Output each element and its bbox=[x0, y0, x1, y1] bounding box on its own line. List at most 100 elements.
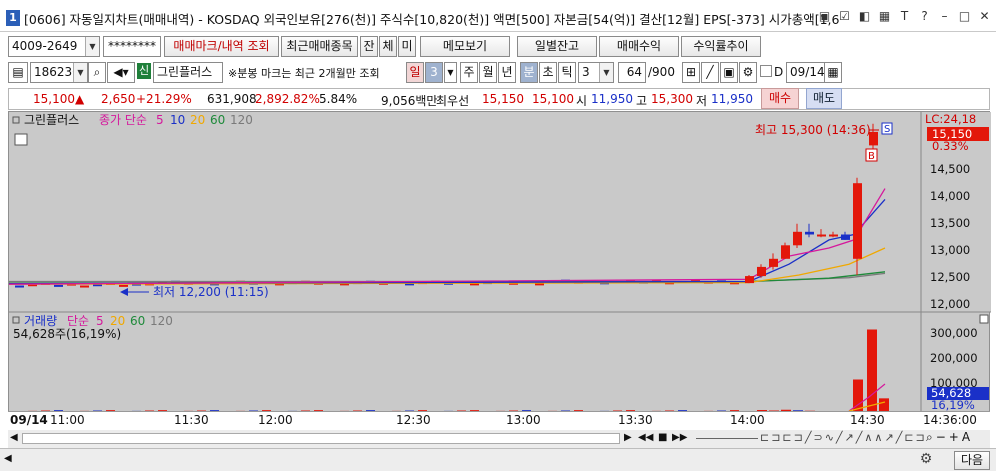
scroll-left-icon[interactable]: ◀ bbox=[4, 453, 12, 464]
zoom-slider[interactable] bbox=[696, 438, 758, 439]
recent-trades-button[interactable]: 최근매매종목 bbox=[281, 36, 358, 57]
open-label: 시 bbox=[576, 94, 588, 108]
interval-value: 3 bbox=[582, 65, 590, 79]
date-value: 09/14 bbox=[790, 65, 825, 79]
password-value: ******** bbox=[108, 39, 156, 53]
y-tick: 12,000 bbox=[930, 297, 970, 311]
checkbox-label: D bbox=[774, 65, 784, 79]
font-icon[interactable]: T bbox=[897, 9, 912, 24]
chevron-down-icon[interactable]: ▼ bbox=[444, 62, 457, 83]
price-ma-label: 종가 단순 bbox=[99, 113, 147, 127]
title-icons: ▣ ☑ ◧ ▦ T ? – □ ✕ bbox=[817, 9, 992, 24]
rewind-icon[interactable]: ◀◀ bbox=[638, 432, 653, 443]
title-bar: 1 [0606] 자동일지차트(매매내역) - KOSDAQ 외국인보유[276… bbox=[0, 0, 996, 32]
candle bbox=[769, 258, 778, 267]
candle bbox=[841, 234, 850, 240]
return-trend-button[interactable]: 수익률추이 bbox=[681, 36, 761, 57]
zoom-controls-icon[interactable]: ⌕−+A bbox=[926, 430, 973, 445]
unfilled-tab[interactable]: 미 bbox=[398, 36, 416, 57]
time-tick: 12:00 bbox=[258, 413, 293, 427]
candle bbox=[80, 285, 89, 288]
vol-ma5-label: 5 bbox=[96, 314, 104, 328]
period-tick-button[interactable]: 틱 bbox=[558, 62, 576, 83]
collapse-icon[interactable] bbox=[12, 316, 20, 324]
password-field[interactable]: ******** bbox=[103, 36, 161, 57]
speaker-icon[interactable]: ◀▾ bbox=[107, 62, 135, 83]
volume-pct-tag: 16,19% bbox=[931, 398, 975, 412]
play-icon[interactable]: ▶ bbox=[624, 432, 632, 443]
fast-forward-icon[interactable]: ▶▶ bbox=[672, 432, 687, 443]
chart-area[interactable]: 그린플러스 종가 단순 5 10 20 60 120 LC:24,18 15,1… bbox=[8, 111, 991, 429]
ma60-label: 60 bbox=[210, 113, 225, 127]
period-month-button[interactable]: 월 bbox=[479, 62, 497, 83]
low-annotation: 최저 12,200 (11:15) bbox=[153, 285, 269, 299]
ma10-label: 10 bbox=[170, 113, 185, 127]
chart-svg[interactable]: 그린플러스 종가 단순 5 10 20 60 120 LC:24,18 15,1… bbox=[8, 112, 991, 429]
search-icon[interactable]: ⌕ bbox=[88, 62, 106, 83]
ma120-label: 120 bbox=[230, 113, 253, 127]
draw-icon[interactable]: ╱ bbox=[701, 62, 719, 83]
next-button[interactable]: 다음 bbox=[954, 451, 990, 470]
candle bbox=[829, 234, 838, 237]
balance-tab[interactable]: 잔 bbox=[360, 36, 378, 57]
y-tick: 13,000 bbox=[930, 243, 970, 257]
volume-label: 거래량 bbox=[24, 314, 57, 328]
scroll-track[interactable] bbox=[22, 433, 620, 444]
help-icon[interactable]: ? bbox=[917, 9, 932, 24]
period-minute-button[interactable]: 분 bbox=[520, 62, 538, 83]
save-icon[interactable]: ▣ bbox=[720, 62, 738, 83]
sell-button[interactable]: 매도 bbox=[806, 88, 842, 109]
daily-balance-button[interactable]: 일별잔고 bbox=[517, 36, 597, 57]
gear-icon[interactable]: ⚙ bbox=[916, 451, 936, 470]
y-tick: 14,000 bbox=[930, 189, 970, 203]
y-tick: 14,500 bbox=[930, 162, 970, 176]
close-icon[interactable]: ✕ bbox=[977, 9, 992, 24]
buy-button[interactable]: 매수 bbox=[761, 88, 799, 109]
executed-tab[interactable]: 체 bbox=[379, 36, 397, 57]
period-second-button[interactable]: 초 bbox=[539, 62, 557, 83]
grid-icon[interactable] bbox=[14, 133, 28, 146]
candle bbox=[805, 231, 814, 235]
period-day-button[interactable]: 일 bbox=[406, 62, 424, 83]
volume-ma-label: 단순 bbox=[67, 314, 89, 328]
settings-icon[interactable]: ⚙ bbox=[739, 62, 757, 83]
candle bbox=[853, 183, 862, 259]
chevron-down-icon[interactable]: ▼ bbox=[599, 63, 613, 82]
chevron-down-icon[interactable]: ▼ bbox=[73, 63, 87, 82]
price-stock-label: 그린플러스 bbox=[24, 113, 79, 127]
count-input[interactable]: 64 bbox=[618, 62, 646, 83]
vol-y-tick: 200,000 bbox=[930, 351, 978, 365]
list-icon[interactable]: ▤ bbox=[8, 62, 28, 83]
stock-code-select[interactable]: 186230 ▼ bbox=[30, 62, 88, 83]
grid-icon[interactable]: ▦ bbox=[877, 9, 892, 24]
memo-button[interactable]: 메모보기 bbox=[420, 36, 510, 57]
chevron-down-icon[interactable]: ▼ bbox=[85, 37, 99, 56]
price-change: 2,650 bbox=[101, 92, 136, 106]
expand-icon[interactable] bbox=[979, 314, 989, 324]
stock-name-field[interactable]: 그린플러스 bbox=[153, 62, 223, 83]
account-value: 4009-2649 bbox=[12, 39, 78, 53]
account-select[interactable]: 4009-2649 ▼ bbox=[8, 36, 100, 57]
period-day-count[interactable]: 3 bbox=[425, 62, 443, 83]
ma5-label: 5 bbox=[156, 113, 164, 127]
drawing-tools-icon[interactable]: ⊏⊐⊏⊐╱⊃∿╱↗╱∧∧↗╱⊏⊐ bbox=[760, 431, 927, 444]
low-label: 저 bbox=[696, 94, 708, 108]
minimize-icon[interactable]: – bbox=[937, 9, 952, 24]
dock-icon[interactable]: ◧ bbox=[857, 9, 872, 24]
indicator-icon[interactable]: ⊞ bbox=[682, 62, 700, 83]
time-tick: 11:00 bbox=[50, 413, 85, 427]
stop-icon[interactable]: ■ bbox=[658, 432, 667, 443]
trade-mark-button[interactable]: 매매마크/내역 조회 bbox=[164, 36, 279, 57]
trade-profit-button[interactable]: 매매수익 bbox=[599, 36, 679, 57]
maximize-icon[interactable]: □ bbox=[957, 9, 972, 24]
period-year-button[interactable]: 년 bbox=[498, 62, 516, 83]
check-icon[interactable]: ☑ bbox=[837, 9, 852, 24]
chart-icon[interactable]: ▣ bbox=[817, 9, 832, 24]
calendar-icon[interactable]: ▦ bbox=[824, 62, 842, 83]
date-checkbox[interactable] bbox=[760, 65, 772, 77]
period-week-button[interactable]: 주 bbox=[460, 62, 478, 83]
interval-select[interactable]: 3 ▼ bbox=[578, 62, 614, 83]
scroll-left-icon[interactable]: ◀ bbox=[10, 432, 18, 443]
current-pct-tag: 0.33% bbox=[932, 139, 969, 153]
vol-ma20-label: 20 bbox=[110, 314, 125, 328]
